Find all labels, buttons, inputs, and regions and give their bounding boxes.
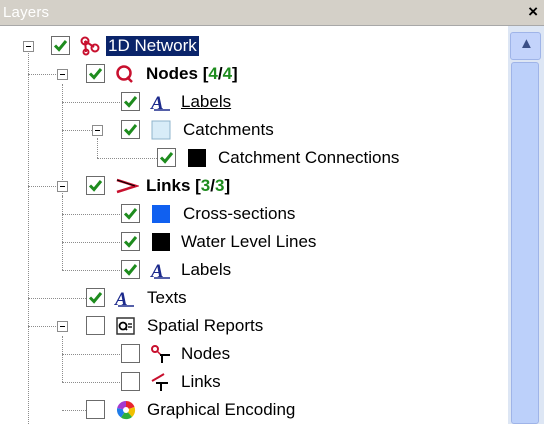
node-pin-icon [150, 344, 170, 364]
panel-title: Layers [3, 4, 50, 21]
black-square-icon [151, 232, 171, 252]
count-bracket: ] [224, 176, 231, 195]
layer-name: Links [146, 176, 196, 195]
total-count: 4 [222, 64, 233, 83]
layer-checkbox[interactable] [86, 288, 105, 307]
tree-row-texts[interactable]: A Texts [0, 286, 508, 312]
layer-checkbox[interactable] [86, 176, 105, 195]
layer-checkbox[interactable] [121, 372, 140, 391]
text-a-icon: A [150, 92, 170, 114]
layers-panel: Layers × 1D Network Nodes [4/4] A Labels… [0, 0, 544, 424]
text-a-icon: A [150, 260, 170, 282]
svg-text:A: A [114, 289, 128, 308]
blue-square-icon [151, 204, 171, 224]
layer-checkbox[interactable] [121, 120, 140, 139]
tree-row-spatial-reports[interactable]: Spatial Reports [0, 314, 508, 340]
layer-label: Nodes [181, 344, 231, 363]
layer-label: 1D Network [106, 36, 199, 56]
layer-label: Links [181, 372, 221, 391]
svg-text:A: A [150, 261, 164, 280]
layer-label: Labels [181, 260, 232, 279]
report-icon [116, 316, 136, 336]
collapse-toggle[interactable] [57, 321, 68, 332]
count-bracket: ] [232, 64, 238, 83]
link-icon [115, 176, 141, 196]
tree-row-node-labels[interactable]: A Labels [0, 90, 508, 116]
tree-row-nodes[interactable]: Nodes [4/4] [0, 62, 508, 88]
layer-checkbox[interactable] [121, 260, 140, 279]
tree-row-sr-links[interactable]: Links [0, 370, 508, 396]
layer-checkbox[interactable] [121, 344, 140, 363]
vertical-scrollbar[interactable]: ▲ [508, 26, 544, 424]
layer-label: Labels [181, 92, 232, 111]
layer-label: Catchments [183, 120, 274, 139]
link-pin-icon [150, 372, 170, 392]
layer-checkbox[interactable] [86, 400, 105, 419]
network-icon [80, 36, 100, 56]
tree-row-sr-nodes[interactable]: Nodes [0, 342, 508, 368]
light-blue-square-icon [151, 120, 171, 140]
layer-checkbox[interactable] [51, 36, 70, 55]
tree-row-link-labels[interactable]: A Labels [0, 258, 508, 284]
black-square-icon [187, 148, 207, 168]
tree-row-1d-network[interactable]: 1D Network [0, 34, 508, 60]
collapse-toggle[interactable] [57, 69, 68, 80]
visible-count: 3 [200, 176, 211, 195]
layer-label: Links [3/3] [146, 176, 230, 196]
close-icon[interactable]: × [528, 2, 538, 22]
layer-label: Nodes [4/4] [146, 64, 238, 84]
layer-label: Catchment Connections [218, 148, 400, 167]
svg-text:A: A [150, 93, 164, 112]
tree-row-water-level-lines[interactable]: Water Level Lines [0, 230, 508, 256]
collapse-toggle[interactable] [23, 41, 34, 52]
collapse-toggle[interactable] [57, 181, 68, 192]
layer-checkbox[interactable] [86, 64, 105, 83]
layer-name: Nodes [146, 64, 203, 83]
layer-label: Texts [147, 288, 187, 307]
tree-row-catchments[interactable]: Catchments [0, 118, 508, 144]
color-wheel-icon [116, 400, 136, 420]
layer-label: Graphical Encoding [147, 400, 296, 419]
layer-label: Water Level Lines [181, 232, 317, 251]
tree-row-links[interactable]: Links [3/3] [0, 174, 508, 200]
layer-checkbox[interactable] [121, 92, 140, 111]
layer-checkbox[interactable] [121, 232, 140, 251]
chevron-up-icon: ▲ [519, 35, 534, 52]
layer-tree: 1D Network Nodes [4/4] A Labels Catchmen… [0, 26, 508, 424]
visible-count: 4 [208, 64, 218, 83]
layer-checkbox[interactable] [157, 148, 176, 167]
scroll-thumb[interactable] [511, 62, 539, 424]
layer-label: Spatial Reports [147, 316, 264, 335]
tree-row-graphical-encoding[interactable]: Graphical Encoding [0, 398, 508, 424]
tree-row-cross-sections[interactable]: Cross-sections [0, 202, 508, 228]
node-circle-icon [115, 64, 135, 84]
layer-checkbox[interactable] [121, 204, 140, 223]
scroll-up-button[interactable]: ▲ [510, 32, 541, 60]
layer-checkbox[interactable] [86, 316, 105, 335]
panel-title-bar: Layers × [0, 0, 544, 26]
tree-row-catchment-connections[interactable]: Catchment Connections [0, 146, 508, 172]
text-a-icon: A [114, 288, 134, 310]
layer-label: Cross-sections [183, 204, 296, 223]
collapse-toggle[interactable] [92, 125, 103, 136]
